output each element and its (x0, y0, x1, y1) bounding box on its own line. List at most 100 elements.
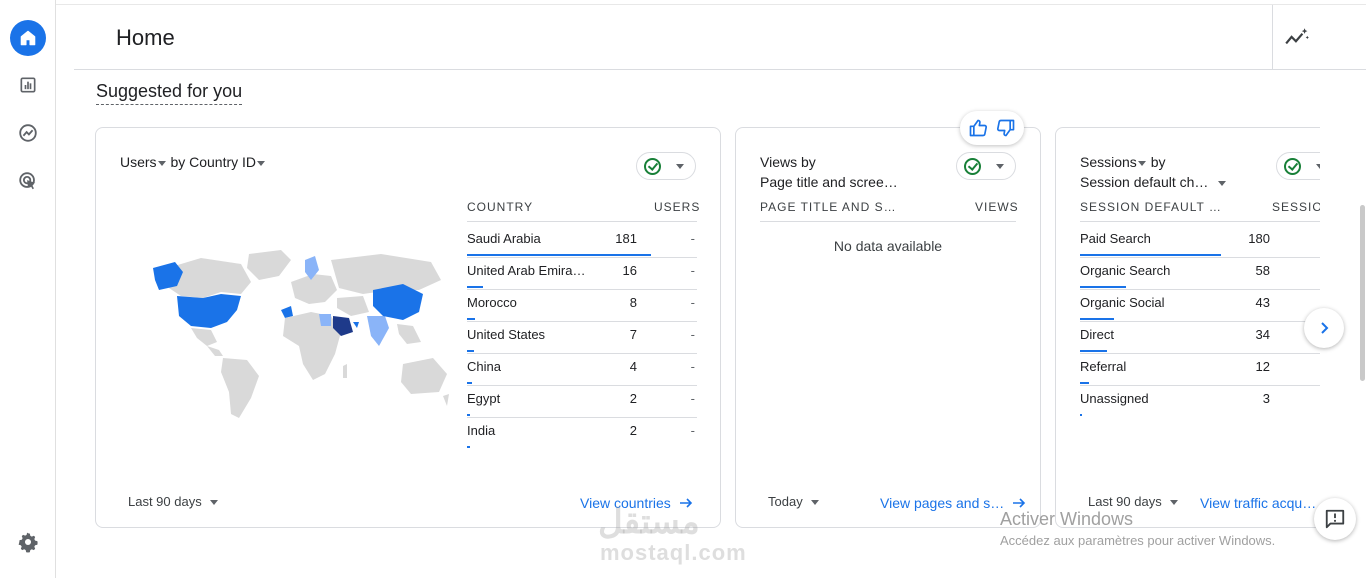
metric-selector[interactable]: Users (120, 154, 157, 170)
map-greenland (247, 250, 291, 280)
row-bar (1080, 254, 1221, 256)
windows-activation-message: Accédez aux paramètres pour activer Wind… (1000, 533, 1276, 548)
row-extra: - (690, 327, 695, 342)
table-row: Unassigned 3 (1080, 386, 1320, 418)
map-australia (401, 358, 447, 394)
chevron-down-icon (1169, 500, 1178, 506)
metric-selector[interactable]: Sessions (1080, 154, 1137, 170)
metric-caret-icon[interactable] (1137, 160, 1146, 166)
card-title: Views by Page title and scree… (760, 152, 898, 192)
nav-advertising-button[interactable] (10, 163, 46, 199)
table-row: Saudi Arabia 181 - (467, 226, 697, 258)
dimension-selector[interactable]: by Country ID (170, 154, 256, 170)
check-circle-icon (644, 157, 661, 175)
dimension-caret-icon[interactable] (1218, 180, 1227, 186)
page-scrollbar[interactable] (1360, 205, 1365, 381)
world-map (153, 250, 449, 418)
section-title: Suggested for you (96, 81, 243, 105)
advertising-icon (19, 172, 36, 190)
map-central-america (207, 346, 223, 356)
card-title: Users by Country ID (120, 152, 266, 172)
row-label: India (467, 423, 496, 438)
col-head-metric[interactable]: SESSIO (1272, 200, 1320, 214)
thumbs-up-icon[interactable] (968, 118, 988, 138)
row-value: 34 (1255, 327, 1270, 342)
title-by: by (1150, 154, 1166, 170)
row-bar (1080, 350, 1107, 352)
table-row: Morocco 8 - (467, 290, 697, 322)
row-value: 4 (629, 359, 637, 374)
dimension-selector[interactable]: Page title and scree… (760, 172, 898, 192)
row-bar (1080, 286, 1126, 288)
page-title: Home (116, 25, 175, 50)
table-row: United Arab Emira… 16 - (467, 258, 697, 290)
col-head-dimension[interactable]: PAGE TITLE AND S… (760, 200, 897, 214)
chevron-down-icon (996, 163, 1004, 169)
dimension-selector[interactable]: Session default ch… (1080, 174, 1208, 190)
date-range-label: Today (768, 494, 803, 509)
row-extra: - (690, 423, 695, 438)
overlay-logo-mark: مستقل (598, 503, 700, 541)
thumbs-down-icon[interactable] (996, 118, 1016, 138)
insights-button[interactable] (1284, 25, 1310, 51)
row-value: 180 (1248, 231, 1270, 246)
row-bar (467, 350, 474, 352)
feedback-icon (1325, 509, 1345, 529)
date-range-selector[interactable]: Today (768, 494, 820, 509)
row-label: Organic Social (1080, 295, 1165, 310)
carousel-next-button[interactable] (1304, 308, 1344, 348)
home-icon (20, 30, 36, 46)
col-head-dimension[interactable]: SESSION DEFAULT … (1080, 200, 1222, 214)
date-range-label: Last 90 days (128, 494, 202, 509)
col-head-metric[interactable]: USERS (654, 200, 700, 214)
metric-selector[interactable]: Views by (760, 152, 898, 172)
row-label: China (467, 359, 501, 374)
check-circle-icon (1284, 157, 1301, 175)
map-mexico (191, 328, 217, 346)
map-middle-east (337, 296, 369, 316)
header-divider (467, 221, 697, 222)
row-value: 2 (629, 391, 637, 406)
link-label: View traffic acqu… (1200, 495, 1317, 511)
nav-home-button[interactable] (10, 20, 46, 56)
card-feedback-buttons (960, 111, 1024, 145)
dimension-caret-icon[interactable] (257, 160, 266, 166)
card-status-button[interactable] (956, 152, 1016, 180)
map-new-zealand (443, 394, 449, 406)
card-status-button[interactable] (636, 152, 696, 180)
chevron-down-icon (209, 500, 218, 506)
row-bar (1080, 318, 1114, 320)
nav-settings-button[interactable] (10, 524, 46, 560)
col-head-dimension[interactable]: COUNTRY (467, 200, 533, 214)
metric-caret-icon[interactable] (157, 160, 166, 166)
nav-reports-button[interactable] (10, 67, 46, 103)
sessions-by-channel-card: Sessions by Session default ch… SESSION … (1055, 127, 1320, 528)
feedback-button[interactable] (1314, 498, 1356, 540)
row-extra: - (690, 295, 695, 310)
row-value: 2 (629, 423, 637, 438)
chevron-down-icon (676, 163, 684, 169)
view-traffic-link[interactable]: View traffic acqu… (1200, 495, 1316, 511)
views-by-page-card: Views by Page title and scree… PAGE TITL… (735, 127, 1041, 528)
table-row: Egypt 2 - (467, 386, 697, 418)
row-bar (1080, 382, 1089, 384)
date-range-selector[interactable]: Last 90 days (1088, 494, 1179, 509)
table-row: Organic Search 58 (1080, 258, 1320, 290)
date-range-label: Last 90 days (1088, 494, 1162, 509)
date-range-selector[interactable]: Last 90 days (128, 494, 219, 509)
row-label: Egypt (467, 391, 501, 406)
header-divider (1080, 221, 1320, 222)
map-africa (283, 312, 341, 380)
table-row: India 2 - (467, 418, 697, 450)
page-header: Home (74, 5, 1366, 70)
nav-explore-button[interactable] (10, 115, 46, 151)
row-value: 16 (622, 263, 637, 278)
col-head-metric[interactable]: VIEWS (975, 200, 1019, 214)
row-extra: - (690, 391, 695, 406)
row-extra: - (690, 263, 695, 278)
chevron-down-icon (1316, 163, 1320, 169)
card-status-button[interactable] (1276, 152, 1320, 180)
table-row: United States 7 - (467, 322, 697, 354)
reports-icon (20, 77, 36, 93)
map-morocco (281, 306, 293, 318)
